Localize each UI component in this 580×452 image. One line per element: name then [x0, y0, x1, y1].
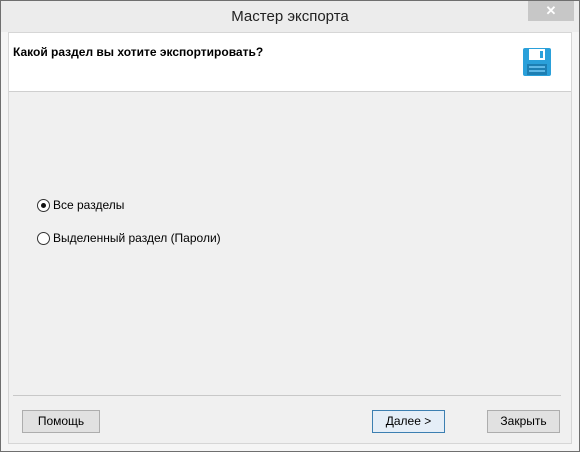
- page-title: Какой раздел вы хотите экспортировать?: [13, 45, 264, 59]
- radio-all-sections[interactable]: [37, 199, 50, 212]
- next-button[interactable]: Далее >: [372, 410, 445, 433]
- wizard-body: Какой раздел вы хотите экспортировать? В…: [8, 32, 572, 444]
- close-icon: ✕: [545, 3, 557, 18]
- close-button[interactable]: Закрыть: [487, 410, 560, 433]
- close-window-button[interactable]: ✕: [528, 1, 574, 21]
- option-label: Выделенный раздел (Пароли): [53, 231, 221, 245]
- footer-separator: [13, 395, 561, 396]
- radio-selected-dot: [41, 203, 46, 208]
- wizard-header: Какой раздел вы хотите экспортировать?: [9, 33, 571, 92]
- floppy-disk-icon: [523, 48, 551, 76]
- window-title: Мастер экспорта: [231, 8, 349, 25]
- export-wizard-window: Мастер экспорта ✕ Какой раздел вы хотите…: [0, 0, 580, 452]
- help-button[interactable]: Помощь: [22, 410, 100, 433]
- radio-selected-section[interactable]: [37, 232, 50, 245]
- option-label: Все разделы: [53, 198, 125, 212]
- title-bar[interactable]: Мастер экспорта ✕: [1, 1, 579, 32]
